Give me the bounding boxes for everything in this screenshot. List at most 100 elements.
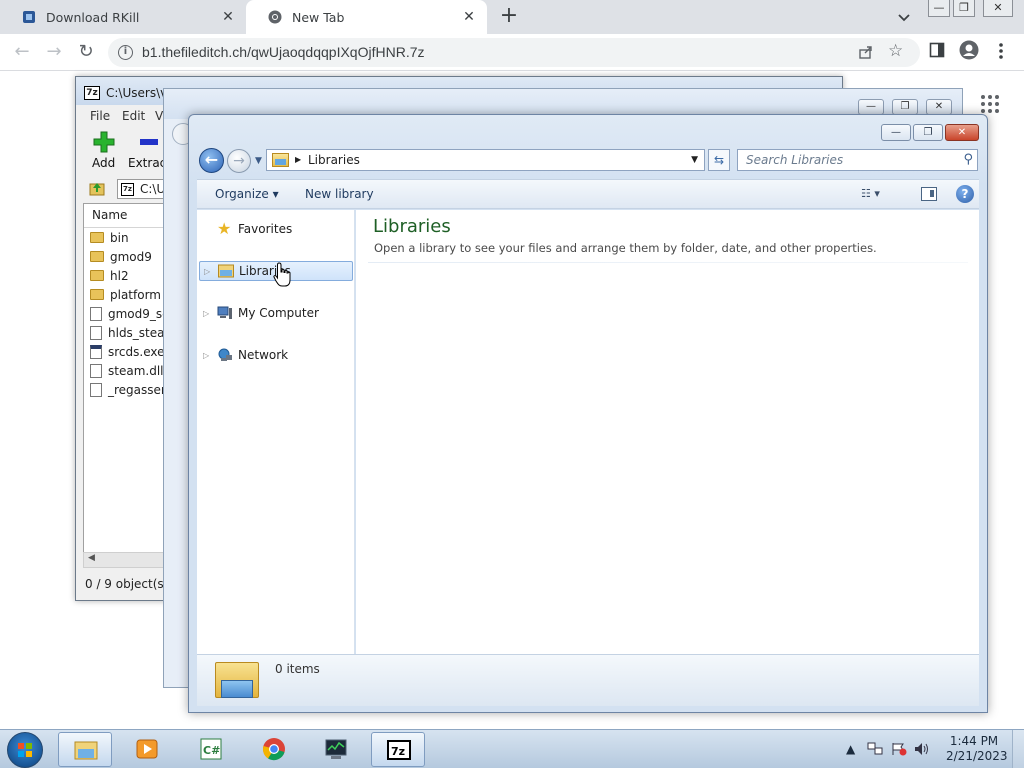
clock-time: 1:44 PM — [949, 734, 999, 748]
tab-search-chevron-icon[interactable] — [895, 8, 913, 26]
change-view-icon[interactable]: ☷ ▾ — [861, 187, 895, 203]
expand-arrow-icon[interactable]: ▷ — [204, 267, 214, 276]
forward-button[interactable]: → — [227, 149, 251, 173]
file-name: platform — [110, 287, 161, 302]
new-tab-button[interactable]: + — [498, 5, 520, 28]
taskbar-csharp[interactable]: C# — [184, 732, 238, 767]
tab-download-rkill[interactable]: Download RKill ✕ — [0, 0, 246, 34]
expand-arrow-icon[interactable]: ▷ — [203, 351, 213, 360]
volume-icon[interactable] — [914, 742, 930, 756]
item-count: 0 items — [275, 662, 320, 676]
share-icon[interactable] — [858, 44, 874, 60]
windows-logo-icon — [18, 743, 32, 757]
preview-pane-icon[interactable] — [921, 187, 937, 201]
libraries-icon — [218, 264, 234, 278]
expand-arrow-icon[interactable]: ▷ — [203, 309, 213, 318]
archive-icon: 7z — [121, 183, 134, 196]
taskbar-task-manager[interactable] — [309, 732, 363, 767]
background-maximize-button[interactable]: ❐ — [892, 99, 918, 115]
new-library-button[interactable]: New library — [305, 187, 374, 201]
breadcrumb-arrow-icon[interactable]: ▶ — [295, 155, 301, 164]
browser-minimize-button[interactable]: — — [928, 0, 950, 17]
show-desktop-button[interactable] — [1012, 730, 1024, 768]
search-input[interactable]: Search Libraries ⚲ — [737, 149, 978, 171]
back-arrow-icon[interactable]: ← — [10, 41, 34, 65]
system-clock[interactable]: 1:44 PM 2/21/2023 — [946, 734, 1008, 764]
chrome-favicon-icon — [268, 10, 282, 24]
show-hidden-icons-icon[interactable]: ▲ — [846, 742, 855, 756]
up-folder-icon[interactable] — [89, 180, 105, 196]
profile-avatar-icon[interactable] — [959, 40, 979, 60]
maximize-button[interactable]: ❐ — [913, 124, 943, 141]
folder-icon — [90, 251, 104, 262]
star-icon: ★ — [217, 219, 232, 238]
folder-icon — [74, 741, 98, 760]
minimize-button[interactable]: — — [881, 124, 911, 141]
browser-tabstrip: Download RKill ✕ New Tab ✕ + — ❐ ✕ — [0, 0, 1024, 34]
7zip-path-text: C:\U — [140, 182, 166, 196]
taskbar-7zip[interactable]: 7z — [371, 732, 425, 767]
start-button[interactable] — [7, 732, 43, 768]
back-button[interactable]: ← — [199, 148, 224, 173]
reload-icon[interactable]: ↻ — [74, 41, 98, 65]
sidebar-item-favorites[interactable]: ★ Favorites — [199, 219, 353, 239]
folder-icon — [90, 232, 104, 243]
network-tray-icon[interactable] — [867, 742, 883, 756]
recent-pages-chevron-icon[interactable]: ▼ — [255, 156, 262, 166]
breadcrumb[interactable]: Libraries — [308, 153, 360, 167]
sidebar-item-my-computer[interactable]: ▷ My Computer — [199, 303, 353, 323]
details-pane: 0 items — [197, 654, 979, 706]
taskbar-chrome[interactable] — [247, 732, 301, 767]
forward-arrow-icon[interactable]: → — [42, 41, 66, 65]
7zip-logo-icon: 7z — [84, 86, 100, 100]
sidebar-item-network[interactable]: ▷ Network — [199, 345, 353, 365]
content-pane: Libraries Open a library to see your fil… — [356, 210, 979, 654]
organize-label: Organize — [215, 187, 269, 201]
help-icon[interactable]: ? — [956, 185, 974, 203]
add-button[interactable]: Add — [92, 131, 115, 170]
page-description: Open a library to see your files and arr… — [374, 241, 877, 255]
menu-edit[interactable]: Edit — [122, 109, 145, 123]
tab-close-icon[interactable]: ✕ — [220, 9, 236, 25]
bookmark-star-icon[interactable]: ☆ — [888, 41, 903, 61]
blue-minus-icon — [140, 139, 159, 145]
browser-restore-button[interactable]: ❐ — [953, 0, 975, 17]
close-button[interactable]: ✕ — [945, 124, 979, 141]
action-center-flag-icon[interactable] — [891, 742, 907, 756]
address-dropdown-icon[interactable]: ▼ — [691, 155, 698, 165]
search-placeholder: Search Libraries — [746, 153, 844, 167]
side-panel-icon[interactable] — [929, 42, 945, 58]
url-text[interactable]: b1.thefileditch.ch/qwUjaoqdqqpIXqOjfHNR.… — [142, 44, 425, 60]
address-bar[interactable]: ▶ Libraries ▼ — [266, 149, 705, 171]
browser-toolbar: ← → ↻ i b1.thefileditch.ch/qwUjaoqdqqpIX… — [0, 34, 1024, 71]
7zip-icon: 7z — [387, 740, 411, 760]
media-player-icon — [136, 739, 158, 759]
menu-file[interactable]: File — [90, 109, 110, 123]
menu-view[interactable]: V — [155, 109, 163, 123]
google-apps-icon[interactable] — [981, 95, 999, 113]
file-icon — [90, 325, 102, 340]
tab-close-icon[interactable]: ✕ — [461, 9, 477, 25]
csharp-icon: C# — [200, 738, 222, 760]
chrome-menu-icon[interactable] — [997, 42, 1005, 60]
browser-close-button[interactable]: ✕ — [983, 0, 1013, 17]
command-bar: Organize ▾ New library ☷ ▾ ? — [197, 179, 979, 209]
svg-text:C#: C# — [203, 744, 220, 757]
computer-icon — [217, 306, 232, 319]
libraries-explorer-window: — ❐ ✕ ← → ▼ ▶ Libraries ▼ ⇆ Search Libra… — [188, 114, 988, 713]
libraries-icon — [272, 153, 289, 167]
organize-button[interactable]: Organize ▾ — [215, 187, 279, 201]
background-minimize-button[interactable]: — — [858, 99, 884, 115]
search-icon[interactable]: ⚲ — [963, 152, 973, 167]
divider — [368, 262, 968, 263]
background-close-button[interactable]: ✕ — [926, 99, 952, 115]
taskbar-media-player[interactable] — [120, 732, 174, 767]
scroll-left-icon[interactable]: ◀ — [88, 553, 95, 563]
address-bar[interactable]: i b1.thefileditch.ch/qwUjaoqdqqpIXqOjfHN… — [108, 38, 920, 67]
tab-new-tab[interactable]: New Tab ✕ — [246, 0, 487, 34]
taskbar-explorer[interactable] — [58, 732, 112, 767]
site-info-icon[interactable]: i — [118, 45, 133, 60]
refresh-icon[interactable]: ⇆ — [708, 149, 730, 171]
file-icon — [90, 382, 102, 397]
chrome-icon — [262, 738, 285, 761]
